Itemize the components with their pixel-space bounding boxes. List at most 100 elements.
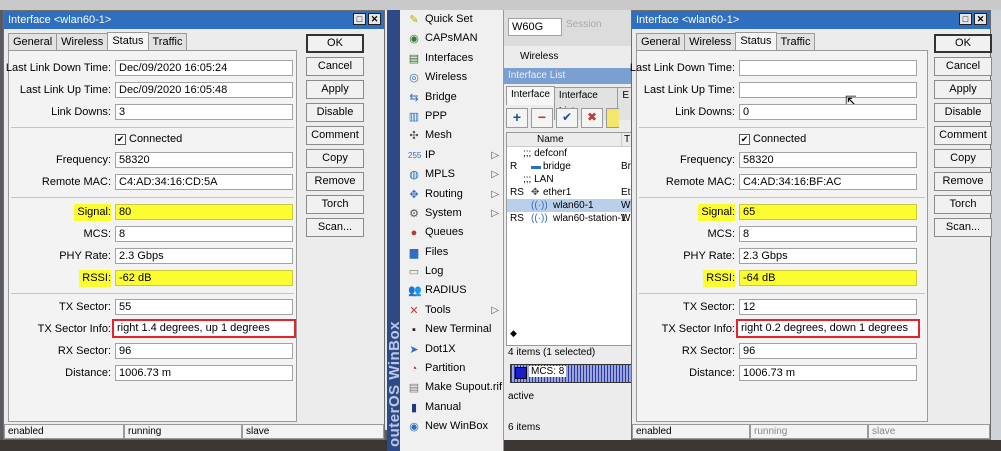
tab-traffic[interactable]: Traffic [147,33,188,50]
remote-mac-field[interactable]: C4:AD:34:16:BF:AC [739,174,917,190]
tab-general[interactable]: General [8,33,58,50]
tab-general[interactable]: General [636,33,686,50]
apply-button[interactable]: Apply [934,80,992,99]
copy-button[interactable]: Copy [306,149,364,168]
mcs-field[interactable]: 8 [115,226,293,242]
signal-field[interactable]: 80 [115,204,293,220]
cancel-button[interactable]: Cancel [934,57,992,76]
torch-button[interactable]: Torch [306,195,364,214]
ok-button[interactable]: OK [934,34,992,53]
ok-button[interactable]: OK [306,34,364,53]
device-selector[interactable]: W60G [508,18,562,36]
rx-sector-field[interactable]: 96 [115,343,293,359]
remove-icon[interactable]: − [531,108,553,128]
menu-item-log[interactable]: ▭ Log [400,262,503,281]
table-row[interactable]: R ▬ bridge Br [507,160,634,173]
menu-item-capsman[interactable]: ◉ CAPsMAN [400,29,503,48]
phy-rate-field[interactable]: 2.3 Gbps [115,248,293,264]
comment-icon[interactable] [606,108,619,128]
menu-item-radius[interactable]: 👥 RADIUS [400,281,503,300]
window-titlebar[interactable]: Interface <wlan60-1> □ ✕ [4,11,384,29]
rssi-field[interactable]: -64 dB [739,270,917,286]
menu-item-new-winbox[interactable]: ◉ New WinBox [400,417,503,436]
remove-button[interactable]: Remove [306,172,364,191]
column-name[interactable]: Name [537,133,564,146]
menu-item-quick-set[interactable]: ✎ Quick Set [400,10,503,29]
disable-button[interactable]: Disable [306,103,364,122]
enable-icon[interactable]: ✔ [556,108,578,128]
tab-wireless[interactable]: Wireless [684,33,737,50]
menu-item-ip[interactable]: 255 IP ▷ [400,146,503,165]
disable-button[interactable]: Disable [934,103,992,122]
remote-mac-field[interactable]: C4:AD:34:16:CD:5A [115,174,293,190]
menu-item-ppp[interactable]: ▥ PPP [400,107,503,126]
last-link-up-field[interactable] [739,82,917,98]
link-downs-field[interactable]: 3 [115,104,293,120]
last-link-down-field[interactable]: Dec/09/2020 16:05:24 [115,60,293,76]
menu-item-mpls[interactable]: ◍ MPLS ▷ [400,165,503,184]
remove-button[interactable]: Remove [934,172,992,191]
disable-icon[interactable]: ✖ [581,108,603,128]
menu-item-dot1x[interactable]: ➤ Dot1X [400,340,503,359]
tab-wireless[interactable]: Wireless [56,33,109,50]
distance-field[interactable]: 1006.73 m [115,365,293,381]
tab-status[interactable]: Status [735,32,777,51]
scan-button[interactable]: Scan... [306,218,364,237]
menu-item-interfaces[interactable]: ▤ Interfaces [400,49,503,68]
comment-button[interactable]: Comment [934,126,992,145]
maximize-icon[interactable]: □ [959,13,972,25]
interface-list-titlebar[interactable]: Interface List [504,68,633,84]
menu-item-partition[interactable]: ◔ Partition [400,359,503,378]
menu-item-routing[interactable]: ✥ Routing ▷ [400,185,503,204]
menu-item-mesh[interactable]: ✣ Mesh [400,126,503,145]
tx-sector-field[interactable]: 12 [739,299,917,315]
close-icon[interactable]: ✕ [368,13,381,25]
menu-item-new-terminal[interactable]: ▪ New Terminal [400,320,503,339]
menu-item-files[interactable]: ▆ Files [400,243,503,262]
signal-field[interactable]: 65 [739,204,917,220]
tx-sector-info-field[interactable]: right 0.2 degrees, down 1 degrees [736,319,920,338]
close-icon[interactable]: ✕ [974,13,987,25]
distance-field[interactable]: 1006.73 m [739,365,917,381]
frequency-field[interactable]: 58320 [739,152,917,168]
menu-item-bridge[interactable]: ⇆ Bridge [400,88,503,107]
column-type[interactable]: T [621,133,630,146]
menu-item-make-supout[interactable]: ▤ Make Supout.rif [400,378,503,397]
last-link-up-field[interactable]: Dec/09/2020 16:05:48 [115,82,293,98]
window-titlebar[interactable]: Interface <wlan60-1> □ ✕ [632,11,990,29]
table-row[interactable]: RS ✥ ether1 Et [507,186,634,199]
table-row[interactable]: ;;; LAN [507,173,634,186]
rx-sector-field[interactable]: 96 [739,343,917,359]
torch-button[interactable]: Torch [934,195,992,214]
tab-traffic[interactable]: Traffic [775,33,816,50]
mcs-field[interactable]: 8 [739,226,917,242]
phy-rate-field[interactable]: 2.3 Gbps [739,248,917,264]
menu-item-manual[interactable]: ▮ Manual [400,398,503,417]
rssi-field[interactable]: -62 dB [115,270,293,286]
tab-status[interactable]: Status [107,32,149,51]
copy-button[interactable]: Copy [934,149,992,168]
link-downs-field[interactable]: 0 [739,104,917,120]
menu-item-wireless[interactable]: ◎ Wireless [400,68,503,87]
tab-interface[interactable]: Interface [506,86,555,105]
tx-sector-info-field[interactable]: right 1.4 degrees, up 1 degrees [112,319,296,338]
comment-button[interactable]: Comment [306,126,364,145]
table-row[interactable]: ;;; defconf [507,147,634,160]
maximize-icon[interactable]: □ [353,13,366,25]
queues-icon: ● [410,227,418,240]
scroll-marker-icon[interactable]: ◆ [510,328,517,339]
menu-item-queues[interactable]: ● Queues [400,223,503,242]
apply-button[interactable]: Apply [306,80,364,99]
tx-sector-field[interactable]: 55 [115,299,293,315]
connected-checkbox[interactable]: ✔ [115,134,126,145]
add-icon[interactable]: + [506,108,528,128]
table-row-selected[interactable]: ((·)) wlan60-1 W [507,199,634,212]
table-row[interactable]: RS ((·)) wlan60-station-1 W [507,212,634,225]
cancel-button[interactable]: Cancel [306,57,364,76]
last-link-down-field[interactable] [739,60,917,76]
scan-button[interactable]: Scan... [934,218,992,237]
frequency-field[interactable]: 58320 [115,152,293,168]
connected-checkbox[interactable]: ✔ [739,134,750,145]
menu-item-tools[interactable]: ✕ Tools ▷ [400,301,503,320]
menu-item-system[interactable]: ⚙ System ▷ [400,204,503,223]
